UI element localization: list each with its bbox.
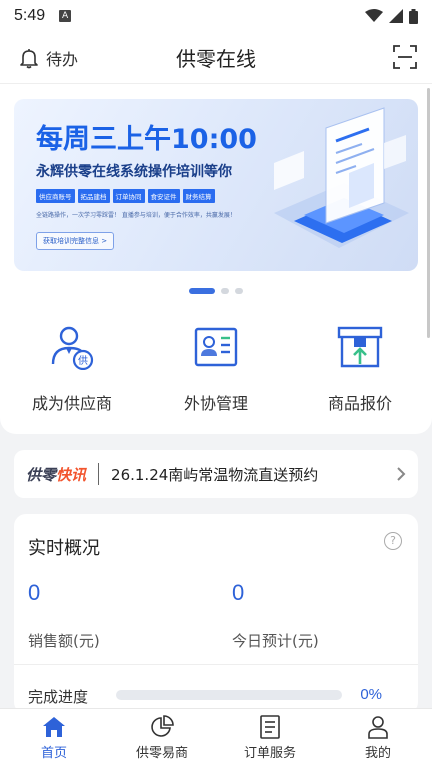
status-bar: 5:49 A (0, 0, 432, 32)
progress-bar (116, 690, 342, 700)
banner-button[interactable]: 获取培训完整信息 > (36, 232, 115, 250)
promo-banner[interactable]: 每周三上午10:00 永辉供零在线系统操作培训等你 供应商账号 拓品建档 订单协… (14, 99, 418, 271)
shortcut-become-supplier[interactable]: 供 成为供应商 (0, 322, 144, 414)
tab-order-service[interactable]: 订单服务 (216, 709, 324, 768)
tab-mine[interactable]: 我的 (324, 709, 432, 768)
news-brand-logo: 供零快讯 (26, 464, 86, 485)
wifi-icon (365, 9, 383, 22)
banner-headline: 每周三上午10:00 (36, 124, 257, 155)
svg-text:供: 供 (78, 354, 88, 367)
status-time: 5:49 (14, 7, 46, 24)
tab-label: 首页 (40, 746, 67, 761)
news-text: 26.1.24南屿常温物流直送预约 (111, 465, 319, 484)
scan-icon[interactable] (392, 44, 418, 70)
news-brand-part1: 供零 (26, 465, 57, 484)
bottom-tab-bar: 首页 供零易商 订单服务 我的 (0, 708, 432, 768)
status-icons (365, 8, 418, 24)
tab-home[interactable]: 首页 (0, 709, 108, 768)
overview-title: 实时概况 (28, 538, 100, 559)
id-card-icon (194, 327, 238, 367)
banner-tags: 供应商账号 拓品建档 订单协同 食安证件 财务结算 (36, 189, 215, 203)
overview-divider (14, 664, 418, 665)
banner-tag: 食安证件 (147, 189, 180, 203)
progress-label: 完成进度 (28, 688, 89, 706)
tab-label: 供零易商 (135, 746, 188, 761)
document-icon (260, 715, 280, 739)
banner-subtitle: 永辉供零在线系统操作培训等你 (36, 164, 232, 180)
chevron-right-icon (397, 467, 406, 481)
notification-icon: A (59, 10, 72, 22)
banner-tag: 财务结算 (182, 189, 215, 203)
user-icon (368, 716, 388, 739)
carousel-dots (0, 288, 432, 294)
forecast-value: 0 (232, 580, 245, 605)
top-card: 每周三上午10:00 永辉供零在线系统操作培训等你 供应商账号 拓品建档 订单协… (0, 84, 432, 434)
box-upload-icon (337, 326, 383, 368)
news-ticker[interactable]: 供零快讯 26.1.24南屿常温物流直送预约 (14, 450, 418, 498)
battery-icon (409, 8, 418, 24)
tab-label: 我的 (364, 746, 391, 761)
help-icon[interactable]: ? (384, 532, 402, 550)
scrollbar[interactable] (427, 88, 430, 338)
todo-label: 待办 (46, 49, 79, 69)
shortcut-label: 商品报价 (327, 394, 392, 413)
tab-label: 订单服务 (243, 746, 296, 761)
banner-tag: 拓品建档 (77, 189, 110, 203)
banner-description: 全链路操作，一次学习零踩雷！ 直播参与培训，便于合作效率，共赢发展！ (36, 212, 236, 219)
bell-icon (20, 48, 38, 68)
realtime-overview-card: 实时概况 ? 0 0 销售额(元) 今日预计(元) 完成进度 0% (14, 514, 418, 714)
shortcut-label: 成为供应商 (31, 394, 112, 413)
sales-label: 销售额(元) (28, 632, 100, 650)
signal-icon (389, 9, 403, 23)
sales-value: 0 (28, 580, 41, 605)
shortcut-product-quote[interactable]: 商品报价 (288, 322, 432, 414)
home-icon (43, 717, 65, 737)
tab-gongling-yishang[interactable]: 供零易商 (108, 709, 216, 768)
forecast-label: 今日预计(元) (232, 632, 319, 650)
carousel-dot[interactable] (235, 288, 243, 294)
todo-button[interactable]: 待办 (18, 46, 78, 70)
supplier-icon: 供 (51, 326, 94, 370)
shortcut-label: 外协管理 (183, 394, 248, 413)
banner-tag: 订单协同 (112, 189, 145, 203)
banner-illustration (274, 107, 409, 248)
banner-tag: 供应商账号 (36, 189, 75, 203)
shortcut-outsourcing[interactable]: 外协管理 (144, 322, 288, 414)
carousel-dot-active[interactable] (189, 288, 215, 294)
news-brand-part2: 快讯 (56, 465, 87, 484)
top-header: 待办 供零在线 (0, 32, 432, 84)
pie-chart-icon (151, 715, 174, 737)
carousel-dot[interactable] (221, 288, 229, 294)
news-divider (98, 463, 100, 485)
shortcut-grid: 供 成为供应商 外协管理 商品报价 (0, 322, 432, 414)
progress-percent: 0% (360, 686, 382, 703)
